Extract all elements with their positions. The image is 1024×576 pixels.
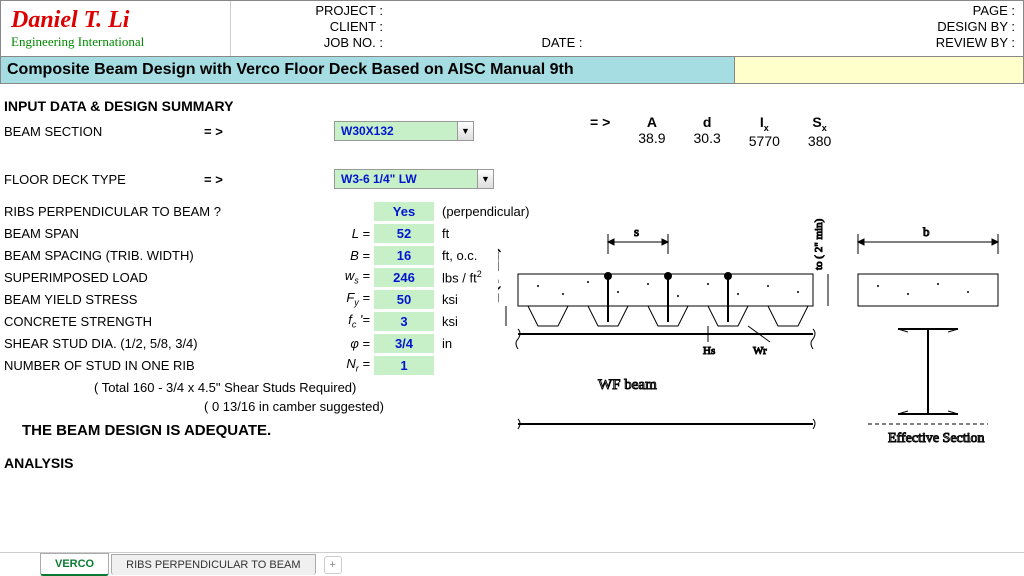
dim-b: b — [923, 224, 930, 239]
row-floor-deck: FLOOR DECK TYPE = > W3-6 1/4" LW ▼ — [4, 168, 1020, 190]
dim-wr: Wr — [753, 345, 767, 357]
num-stud-value[interactable]: 1 — [374, 356, 434, 375]
prop-Ix-val: 5770 — [749, 133, 780, 149]
header: Daniel T. Li Engineering International P… — [0, 0, 1024, 57]
tab-ribs[interactable]: RIBS PERPENDICULAR TO BEAM — [111, 554, 315, 575]
yield-label: BEAM YIELD STRESS — [4, 292, 334, 307]
title-bar: Composite Beam Design with Verco Floor D… — [0, 57, 1024, 84]
company-sub: Engineering International — [11, 34, 220, 50]
beam-section-label: BEAM SECTION — [4, 124, 204, 139]
section-properties: = > A38.9 d30.3 Ix5770 Sx380 — [590, 114, 831, 149]
concrete-value[interactable]: 3 — [374, 312, 434, 331]
sym-ws: ws = — [334, 268, 374, 286]
wf-label: WF beam — [598, 377, 657, 393]
ribs-perp-value[interactable]: Yes — [374, 202, 434, 221]
sym-fc: fc '= — [334, 312, 374, 330]
page-label: PAGE : — [741, 3, 1015, 19]
review-label: REVIEW BY : — [741, 35, 1015, 51]
tab-verco[interactable]: VERCO — [40, 553, 109, 576]
beam-section-value: W30X132 — [335, 124, 457, 138]
eff-label: Effective Section — [888, 431, 985, 446]
spacing-value[interactable]: 16 — [374, 246, 434, 265]
jobno-label: JOB NO. : — [239, 35, 383, 51]
arrow: = > — [204, 124, 334, 139]
beam-section-dropdown[interactable]: W30X132 ▼ — [334, 121, 474, 141]
section-head: INPUT DATA & DESIGN SUMMARY — [4, 98, 1020, 114]
client-label: CLIENT : — [239, 19, 383, 35]
prop-Sx-head: Sx — [808, 114, 831, 133]
content: INPUT DATA & DESIGN SUMMARY BEAM SECTION… — [0, 84, 1024, 479]
company-name: Daniel T. Li — [11, 7, 220, 34]
stud-dia-label: SHEAR STUD DIA. (1/2, 5/8, 3/4) — [4, 336, 334, 351]
chevron-down-icon[interactable]: ▼ — [457, 122, 473, 140]
date-label: DATE : — [542, 35, 583, 50]
stud-dia-value[interactable]: 3/4 — [374, 334, 434, 353]
sym-Fy: Fy = — [334, 290, 374, 308]
sym-phi: φ = — [334, 336, 374, 351]
meta-mid: DATE : — [391, 1, 733, 56]
dim-hr: hr ( 3" max) — [498, 248, 501, 302]
prop-d-head: d — [694, 114, 721, 130]
superload-value[interactable]: 246 — [374, 268, 434, 287]
prop-A-val: 38.9 — [638, 130, 665, 146]
span-label: BEAM SPAN — [4, 226, 334, 241]
section-diagram: s hr ( 3" max) WF beam Hs Wr to ( 2" min… — [498, 214, 1008, 474]
concrete-label: CONCRETE STRENGTH — [4, 314, 334, 329]
sym-B: B = — [334, 248, 374, 263]
dim-hs: Hs — [703, 345, 715, 357]
sheet-tabs: VERCO RIBS PERPENDICULAR TO BEAM + — [0, 552, 1024, 576]
arrow: = > — [204, 172, 334, 187]
yield-value[interactable]: 50 — [374, 290, 434, 309]
floor-deck-label: FLOOR DECK TYPE — [4, 172, 204, 187]
prop-Sx-val: 380 — [808, 133, 831, 149]
project-label: PROJECT : — [239, 3, 383, 19]
dim-to: to ( 2" min) — [813, 218, 825, 270]
floor-deck-dropdown[interactable]: W3-6 1/4" LW ▼ — [334, 169, 494, 189]
num-stud-label: NUMBER OF STUD IN ONE RIB — [4, 358, 334, 373]
meta-right: PAGE : DESIGN BY : REVIEW BY : — [733, 1, 1023, 56]
logo: Daniel T. Li Engineering International — [1, 1, 231, 56]
dim-s: s — [634, 224, 639, 239]
prop-A-head: A — [638, 114, 665, 130]
span-value[interactable]: 52 — [374, 224, 434, 243]
chevron-down-icon[interactable]: ▼ — [477, 170, 493, 188]
spacing-label: BEAM SPACING (TRIB. WIDTH) — [4, 248, 334, 263]
prop-d-val: 30.3 — [694, 130, 721, 146]
tab-add[interactable]: + — [324, 556, 342, 574]
sym-Nr: Nr = — [334, 356, 374, 374]
meta-left: PROJECT : CLIENT : JOB NO. : — [231, 1, 391, 56]
ribs-perp-label: RIBS PERPENDICULAR TO BEAM ? — [4, 204, 244, 219]
prop-Ix-head: Ix — [749, 114, 780, 133]
floor-deck-value: W3-6 1/4" LW — [335, 172, 477, 186]
title-side — [735, 57, 1024, 84]
design-label: DESIGN BY : — [741, 19, 1015, 35]
props-arrow: = > — [590, 114, 610, 130]
sym-L: L = — [334, 226, 374, 241]
row-beam-section: BEAM SECTION = > W30X132 ▼ — [4, 120, 1020, 142]
sheet-title: Composite Beam Design with Verco Floor D… — [0, 57, 735, 84]
superload-label: SUPERIMPOSED LOAD — [4, 270, 334, 285]
